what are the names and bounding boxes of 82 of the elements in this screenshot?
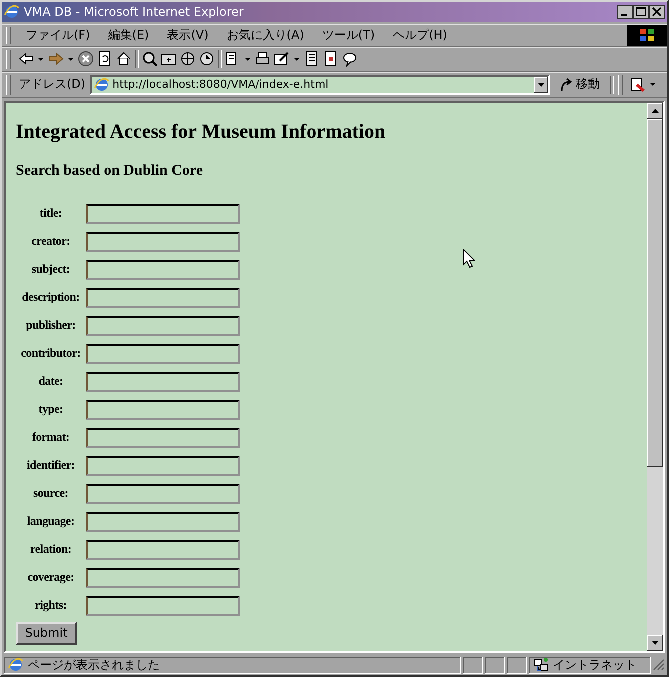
back-arrow-icon[interactable] <box>18 51 34 68</box>
page-heading: Integrated Access for Museum Information <box>16 120 387 145</box>
browser-icon <box>4 4 20 20</box>
caret-icon[interactable] <box>67 56 75 63</box>
dropdown-button[interactable] <box>534 76 548 93</box>
page-icon <box>8 657 24 674</box>
clock-icon[interactable] <box>199 51 215 68</box>
speech-bubble-icon[interactable] <box>342 51 358 68</box>
menu-item[interactable]: ツール(T) <box>315 24 382 46</box>
field-label: identifier: <box>26 458 76 474</box>
field-label: relation: <box>29 542 73 558</box>
menu-item[interactable]: 表示(V) <box>160 24 216 46</box>
globe-icon[interactable] <box>180 51 196 68</box>
input-field[interactable] <box>86 484 240 504</box>
field-label: rights: <box>34 598 68 614</box>
field-label: contributor: <box>20 346 82 362</box>
maximize-button[interactable] <box>633 4 649 19</box>
field-label: description: <box>21 290 81 306</box>
go-button[interactable]: 移動 <box>554 76 606 94</box>
curved-arrow-icon <box>560 78 574 92</box>
input-field[interactable] <box>86 372 240 392</box>
field-label: date: <box>38 374 64 390</box>
input-field[interactable] <box>86 344 240 364</box>
status-pane <box>507 656 527 674</box>
home-icon[interactable] <box>116 51 132 68</box>
status-pane <box>485 656 505 674</box>
search-icon[interactable] <box>142 51 158 68</box>
input-field[interactable] <box>86 260 240 280</box>
notepad-icon[interactable] <box>304 51 320 68</box>
mouse-cursor-icon <box>463 249 475 268</box>
menu-item[interactable]: お気に入り(A) <box>220 24 312 46</box>
field-label: language: <box>26 514 76 530</box>
page-icon <box>94 76 110 93</box>
address-label: アドレス(D) <box>19 76 86 94</box>
input-field[interactable] <box>86 316 240 336</box>
caret-icon[interactable] <box>244 56 252 63</box>
status-pane <box>463 656 483 674</box>
caret-icon[interactable] <box>37 56 45 63</box>
edit-icon[interactable] <box>274 51 290 68</box>
printer-icon[interactable] <box>255 51 271 68</box>
field-label: publisher: <box>25 318 77 334</box>
minimize-button[interactable] <box>617 4 633 19</box>
input-field[interactable] <box>86 456 240 476</box>
status-message: ページが表示されました <box>28 656 160 674</box>
address-field[interactable]: http://localhost:8080/VMA/index-e.html <box>90 74 550 95</box>
page-icon[interactable] <box>323 51 339 68</box>
input-field[interactable] <box>86 596 240 616</box>
field-label: title: <box>38 206 64 222</box>
caret-icon <box>538 82 544 87</box>
input-field[interactable] <box>86 568 240 588</box>
field-label: source: <box>32 486 70 502</box>
field-label: coverage: <box>26 570 76 586</box>
zone-label: イントラネット <box>553 656 637 674</box>
menu-item[interactable]: 編集(E) <box>101 24 156 46</box>
stop-icon[interactable] <box>78 51 94 68</box>
input-field[interactable] <box>86 204 240 224</box>
links-icon[interactable] <box>631 76 657 93</box>
input-field[interactable] <box>86 288 240 308</box>
input-field[interactable] <box>86 512 240 532</box>
field-label: format: <box>31 430 71 446</box>
down-arrow-icon[interactable] <box>652 641 658 646</box>
scrollbar-thumb[interactable] <box>647 118 663 467</box>
menu-item[interactable]: ファイル(F) <box>19 24 98 46</box>
menu-item[interactable]: ヘルプ(H) <box>386 24 454 46</box>
refresh-icon[interactable] <box>97 51 113 68</box>
window-title: VMA DB - Microsoft Internet Explorer <box>24 4 245 19</box>
submit-button[interactable]: Submit <box>16 622 77 645</box>
input-field[interactable] <box>86 428 240 448</box>
resize-grip-icon <box>653 659 665 672</box>
up-arrow-icon[interactable] <box>652 108 658 113</box>
network-icon <box>533 657 549 674</box>
input-field[interactable] <box>86 400 240 420</box>
field-label: creator: <box>30 234 72 250</box>
section-heading: Search based on Dublin Core <box>16 162 204 181</box>
scrollbar[interactable] <box>647 102 663 652</box>
flag-icon <box>639 28 655 42</box>
input-field[interactable] <box>86 540 240 560</box>
field-label: type: <box>38 402 64 418</box>
input-field[interactable] <box>86 232 240 252</box>
close-button[interactable] <box>649 4 665 19</box>
caret-icon[interactable] <box>293 56 301 63</box>
field-label: subject: <box>30 262 72 278</box>
